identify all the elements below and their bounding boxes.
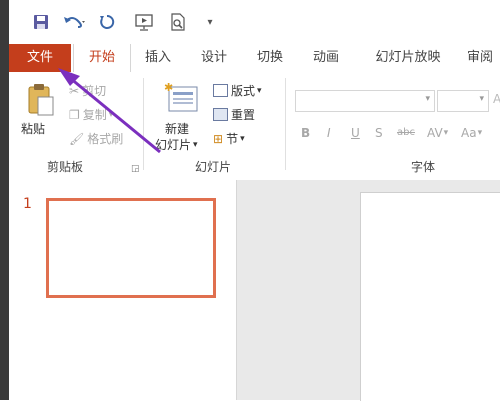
annotation-arrow-icon	[58, 68, 161, 154]
